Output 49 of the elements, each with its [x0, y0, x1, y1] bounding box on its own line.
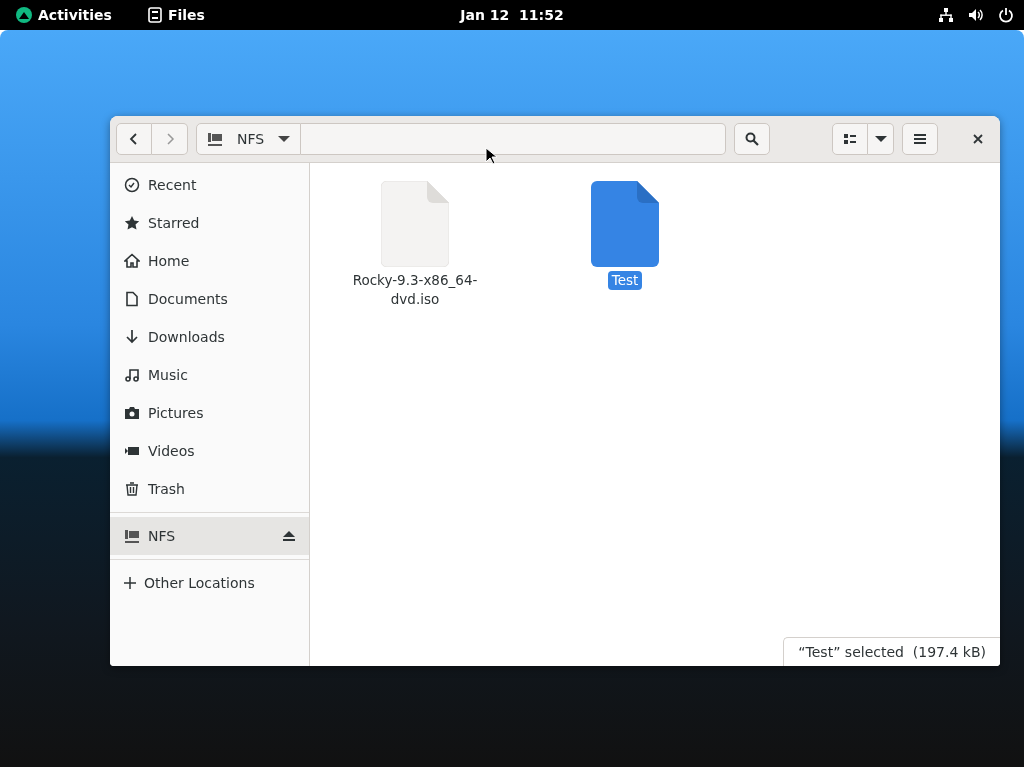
caret-icon: [874, 135, 887, 143]
view-options-button[interactable]: [868, 123, 894, 155]
sidebar-item[interactable]: Documents: [110, 280, 309, 318]
caret-icon: [278, 135, 291, 143]
clock[interactable]: Jan 12 11:52: [460, 7, 564, 23]
sidebar-item[interactable]: Videos: [110, 432, 309, 470]
home-icon: [124, 253, 140, 269]
file-name[interactable]: Test: [607, 271, 643, 290]
plus-icon: [124, 577, 136, 589]
view-mode-button[interactable]: [832, 123, 868, 155]
menu-button[interactable]: [902, 123, 938, 155]
camera-icon: [124, 405, 140, 421]
selection-status: “Test” selected (197.4 kB): [783, 637, 1000, 666]
search-icon: [745, 132, 759, 146]
search-button[interactable]: [734, 123, 770, 155]
path-field[interactable]: [301, 123, 726, 155]
other-locations-item[interactable]: Other Locations: [110, 564, 309, 602]
cabinet-icon: [147, 7, 162, 23]
activities-button[interactable]: Activities: [8, 3, 120, 27]
sidebar-item[interactable]: Starred: [110, 204, 309, 242]
list-view-icon: [844, 134, 856, 144]
sidebar-item[interactable]: Downloads: [110, 318, 309, 356]
network-folder-icon: [124, 528, 140, 544]
download-icon: [124, 329, 140, 345]
document-icon: [124, 291, 140, 307]
sidebar-item[interactable]: NFS: [110, 517, 309, 555]
network-icon[interactable]: [938, 7, 954, 23]
sidebar-item[interactable]: Recent: [110, 166, 309, 204]
sidebar-item[interactable]: Music: [110, 356, 309, 394]
network-folder-icon: [207, 131, 223, 147]
power-icon[interactable]: [998, 7, 1014, 23]
star-icon: [124, 215, 140, 231]
volume-icon[interactable]: [968, 7, 984, 23]
clock-icon: [124, 177, 140, 193]
back-icon: [128, 133, 140, 145]
eject-icon[interactable]: [283, 531, 295, 541]
sidebar-item[interactable]: Trash: [110, 470, 309, 508]
back-button[interactable]: [116, 123, 152, 155]
location-button[interactable]: NFS: [196, 123, 302, 155]
sidebar-item[interactable]: Pictures: [110, 394, 309, 432]
file-icon[interactable]: [591, 181, 659, 267]
sidebar-item[interactable]: Home: [110, 242, 309, 280]
trash-icon: [124, 481, 140, 497]
menu-icon: [914, 134, 926, 144]
file-name[interactable]: Rocky-9.3-x86_64-dvd.iso: [340, 271, 490, 309]
files-app-menu[interactable]: Files: [139, 3, 213, 27]
music-icon: [124, 367, 140, 383]
logo-icon: [16, 7, 32, 23]
close-icon: [973, 134, 983, 144]
